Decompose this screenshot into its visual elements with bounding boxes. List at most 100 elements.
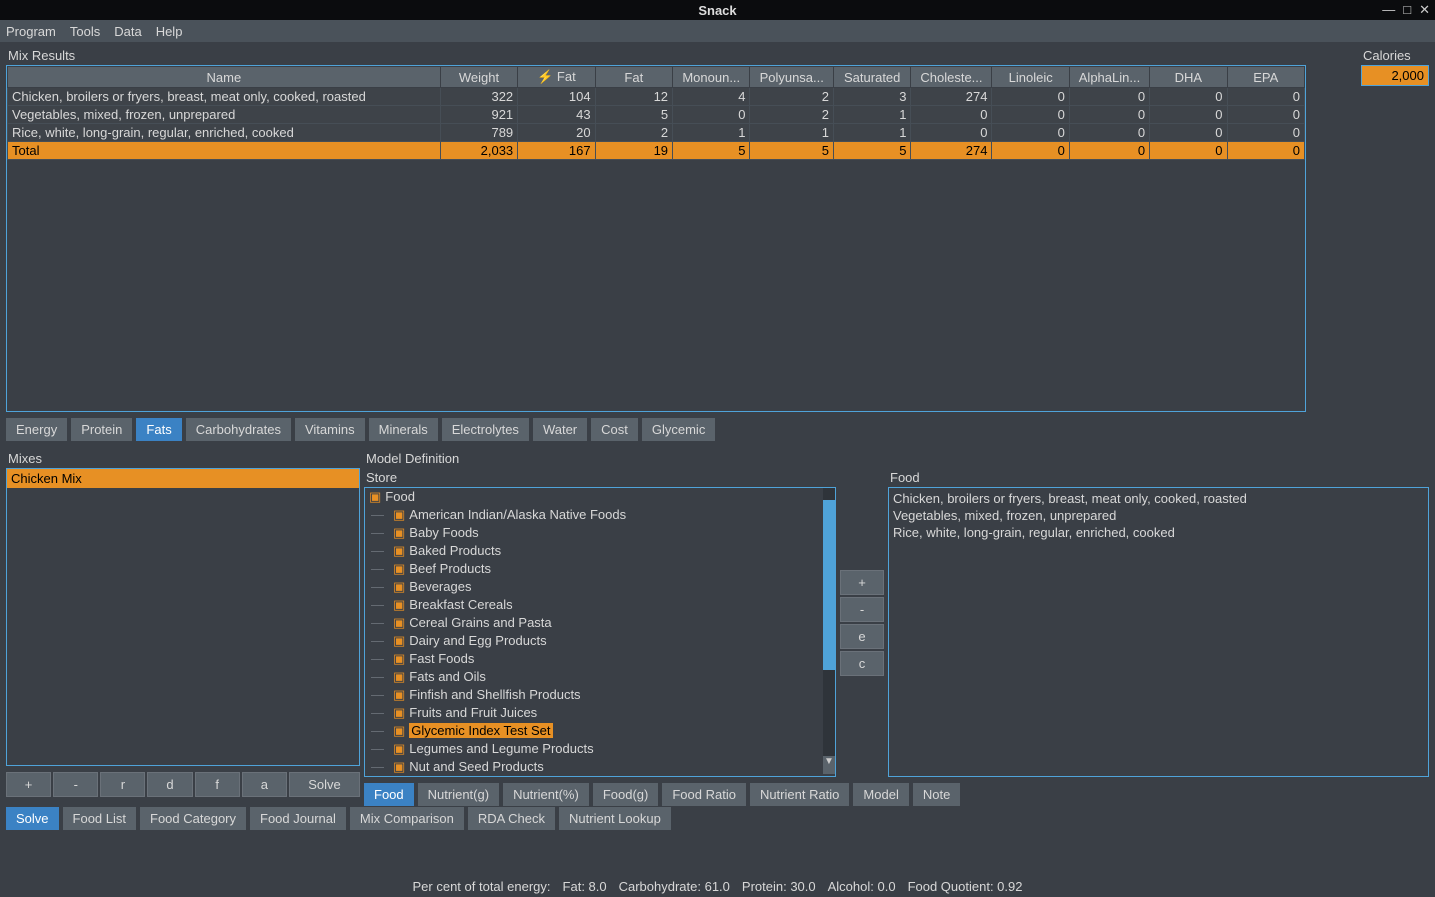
bottom-tab-food-category[interactable]: Food Category (140, 807, 246, 830)
window-title: Snack (698, 3, 736, 18)
mix-col-header[interactable]: DHA (1150, 67, 1227, 88)
menu-help[interactable]: Help (156, 24, 183, 39)
mix-total-row[interactable]: Total2,033167195552740000 (8, 142, 1305, 160)
folder-icon: ▣ (393, 687, 405, 702)
nutrient-tab-protein[interactable]: Protein (71, 418, 132, 441)
nutrient-tab-glycemic[interactable]: Glycemic (642, 418, 715, 441)
mix-button-solve[interactable]: Solve (289, 772, 360, 797)
tree-item[interactable]: ▣Fats and Oils (365, 668, 835, 686)
transfer-button-e[interactable]: e (840, 624, 884, 649)
bottom-tab-food-journal[interactable]: Food Journal (250, 807, 346, 830)
mix-cell: 1 (673, 124, 750, 142)
tree-item[interactable]: ▣Cereal Grains and Pasta (365, 614, 835, 632)
nutrient-tab-energy[interactable]: Energy (6, 418, 67, 441)
nutrient-tab-electrolytes[interactable]: Electrolytes (442, 418, 529, 441)
transfer-button-remove[interactable]: - (840, 597, 884, 622)
tree-item[interactable]: ▣Glycemic Index Test Set (365, 722, 835, 740)
nutrient-tab-cost[interactable]: Cost (591, 418, 638, 441)
mix-col-header[interactable]: Weight (440, 67, 517, 88)
mix-col-header[interactable]: EPA (1227, 67, 1304, 88)
model-tab-nutrientratio[interactable]: Nutrient Ratio (750, 783, 849, 806)
nutrient-tab-fats[interactable]: Fats (136, 418, 181, 441)
model-tab-note[interactable]: Note (913, 783, 960, 806)
mix-button--[interactable]: - (53, 772, 98, 797)
bottom-tab-rda-check[interactable]: RDA Check (468, 807, 555, 830)
tree-item[interactable]: ▣Dairy and Egg Products (365, 632, 835, 650)
transfer-button-c[interactable]: c (840, 651, 884, 676)
mix-row[interactable]: Chicken, broilers or fryers, breast, mea… (8, 88, 1305, 106)
bottom-tab-nutrient-lookup[interactable]: Nutrient Lookup (559, 807, 671, 830)
model-tab-foodg[interactable]: Food(g) (593, 783, 659, 806)
mix-col-header[interactable]: Fat (595, 67, 672, 88)
tree-item[interactable]: ▣Baby Foods (365, 524, 835, 542)
mix-row[interactable]: Rice, white, long-grain, regular, enrich… (8, 124, 1305, 142)
tree-scrollbar[interactable]: ▼ (823, 488, 835, 756)
model-tab-food[interactable]: Food (364, 783, 414, 806)
maximize-icon[interactable]: □ (1403, 2, 1411, 18)
folder-icon: ▣ (393, 705, 405, 720)
nutrient-tab-carbohydrates[interactable]: Carbohydrates (186, 418, 291, 441)
mix-button-+[interactable]: + (6, 772, 51, 797)
model-tab-nutrientg[interactable]: Nutrient(g) (418, 783, 499, 806)
tree-item[interactable]: ▣Fast Foods (365, 650, 835, 668)
food-item[interactable]: Vegetables, mixed, frozen, unprepared (893, 507, 1424, 524)
tree-root[interactable]: Food (365, 488, 835, 506)
bottom-tab-mix-comparison[interactable]: Mix Comparison (350, 807, 464, 830)
mix-col-header[interactable]: Monoun... (673, 67, 750, 88)
mix-col-header[interactable]: Saturated (833, 67, 910, 88)
status-fat: Fat: 8.0 (563, 879, 607, 894)
nutrient-tabs: EnergyProteinFatsCarbohydratesVitaminsMi… (6, 418, 1351, 441)
transfer-buttons: +-ec (840, 468, 884, 777)
menu-data[interactable]: Data (114, 24, 141, 39)
minimize-icon[interactable]: — (1382, 2, 1395, 18)
folder-icon: ▣ (393, 651, 405, 666)
tree-item[interactable]: ▣Finfish and Shellfish Products (365, 686, 835, 704)
nutrient-tab-minerals[interactable]: Minerals (369, 418, 438, 441)
tree-item[interactable]: ▣Baked Products (365, 542, 835, 560)
status-prot: Protein: 30.0 (742, 879, 816, 894)
food-item[interactable]: Chicken, broilers or fryers, breast, mea… (893, 490, 1424, 507)
bottom-tab-food-list[interactable]: Food List (63, 807, 136, 830)
mix-col-header[interactable]: Linoleic (992, 67, 1069, 88)
mix-col-header[interactable]: Name (8, 67, 441, 88)
tree-item-label: Cereal Grains and Pasta (409, 615, 551, 630)
nutrient-tab-vitamins[interactable]: Vitamins (295, 418, 365, 441)
folder-icon: ▣ (393, 741, 405, 756)
food-list[interactable]: Chicken, broilers or fryers, breast, mea… (888, 487, 1429, 777)
tree-item[interactable]: ▣Beverages (365, 578, 835, 596)
close-icon[interactable]: ✕ (1419, 2, 1430, 18)
mix-button-r[interactable]: r (100, 772, 145, 797)
mix-col-header[interactable]: Choleste... (911, 67, 992, 88)
calories-value[interactable]: 2,000 (1361, 65, 1429, 86)
menu-program[interactable]: Program (6, 24, 56, 39)
tree-item-label: Fruits and Fruit Juices (409, 705, 537, 720)
mix-cell: 167 (518, 142, 595, 160)
nutrient-tab-water[interactable]: Water (533, 418, 587, 441)
mix-button-a[interactable]: a (242, 772, 287, 797)
tree-item[interactable]: ▣Legumes and Legume Products (365, 740, 835, 758)
mix-cell: 0 (1227, 88, 1304, 106)
menu-tools[interactable]: Tools (70, 24, 100, 39)
tree-item[interactable]: ▣ Fruits and Fruit Juices (365, 704, 835, 722)
model-tab-model[interactable]: Model (853, 783, 908, 806)
food-item[interactable]: Rice, white, long-grain, regular, enrich… (893, 524, 1424, 541)
mix-col-header[interactable]: AlphaLin... (1069, 67, 1149, 88)
mix-item[interactable]: Chicken Mix (7, 469, 359, 488)
store-tree[interactable]: Food▣American Indian/Alaska Native Foods… (364, 487, 836, 777)
scrollbar-thumb[interactable] (823, 500, 835, 670)
model-tab-nutrient[interactable]: Nutrient(%) (503, 783, 589, 806)
mixes-list[interactable]: Chicken Mix (6, 468, 360, 766)
transfer-button-add[interactable]: + (840, 570, 884, 595)
mix-col-header[interactable]: Polyunsa... (750, 67, 834, 88)
mix-button-f[interactable]: f (195, 772, 240, 797)
bottom-tab-solve[interactable]: Solve (6, 807, 59, 830)
mix-button-d[interactable]: d (147, 772, 192, 797)
tree-item[interactable]: ▣Nut and Seed Products (365, 758, 835, 776)
tree-item[interactable]: ▣Breakfast Cereals (365, 596, 835, 614)
model-tab-foodratio[interactable]: Food Ratio (662, 783, 746, 806)
mix-row[interactable]: Vegetables, mixed, frozen, unprepared921… (8, 106, 1305, 124)
mix-col-header[interactable]: ⚡ Fat (518, 67, 595, 88)
scroll-down-icon[interactable]: ▼ (823, 756, 835, 774)
tree-item[interactable]: ▣American Indian/Alaska Native Foods (365, 506, 835, 524)
tree-item[interactable]: ▣Beef Products (365, 560, 835, 578)
